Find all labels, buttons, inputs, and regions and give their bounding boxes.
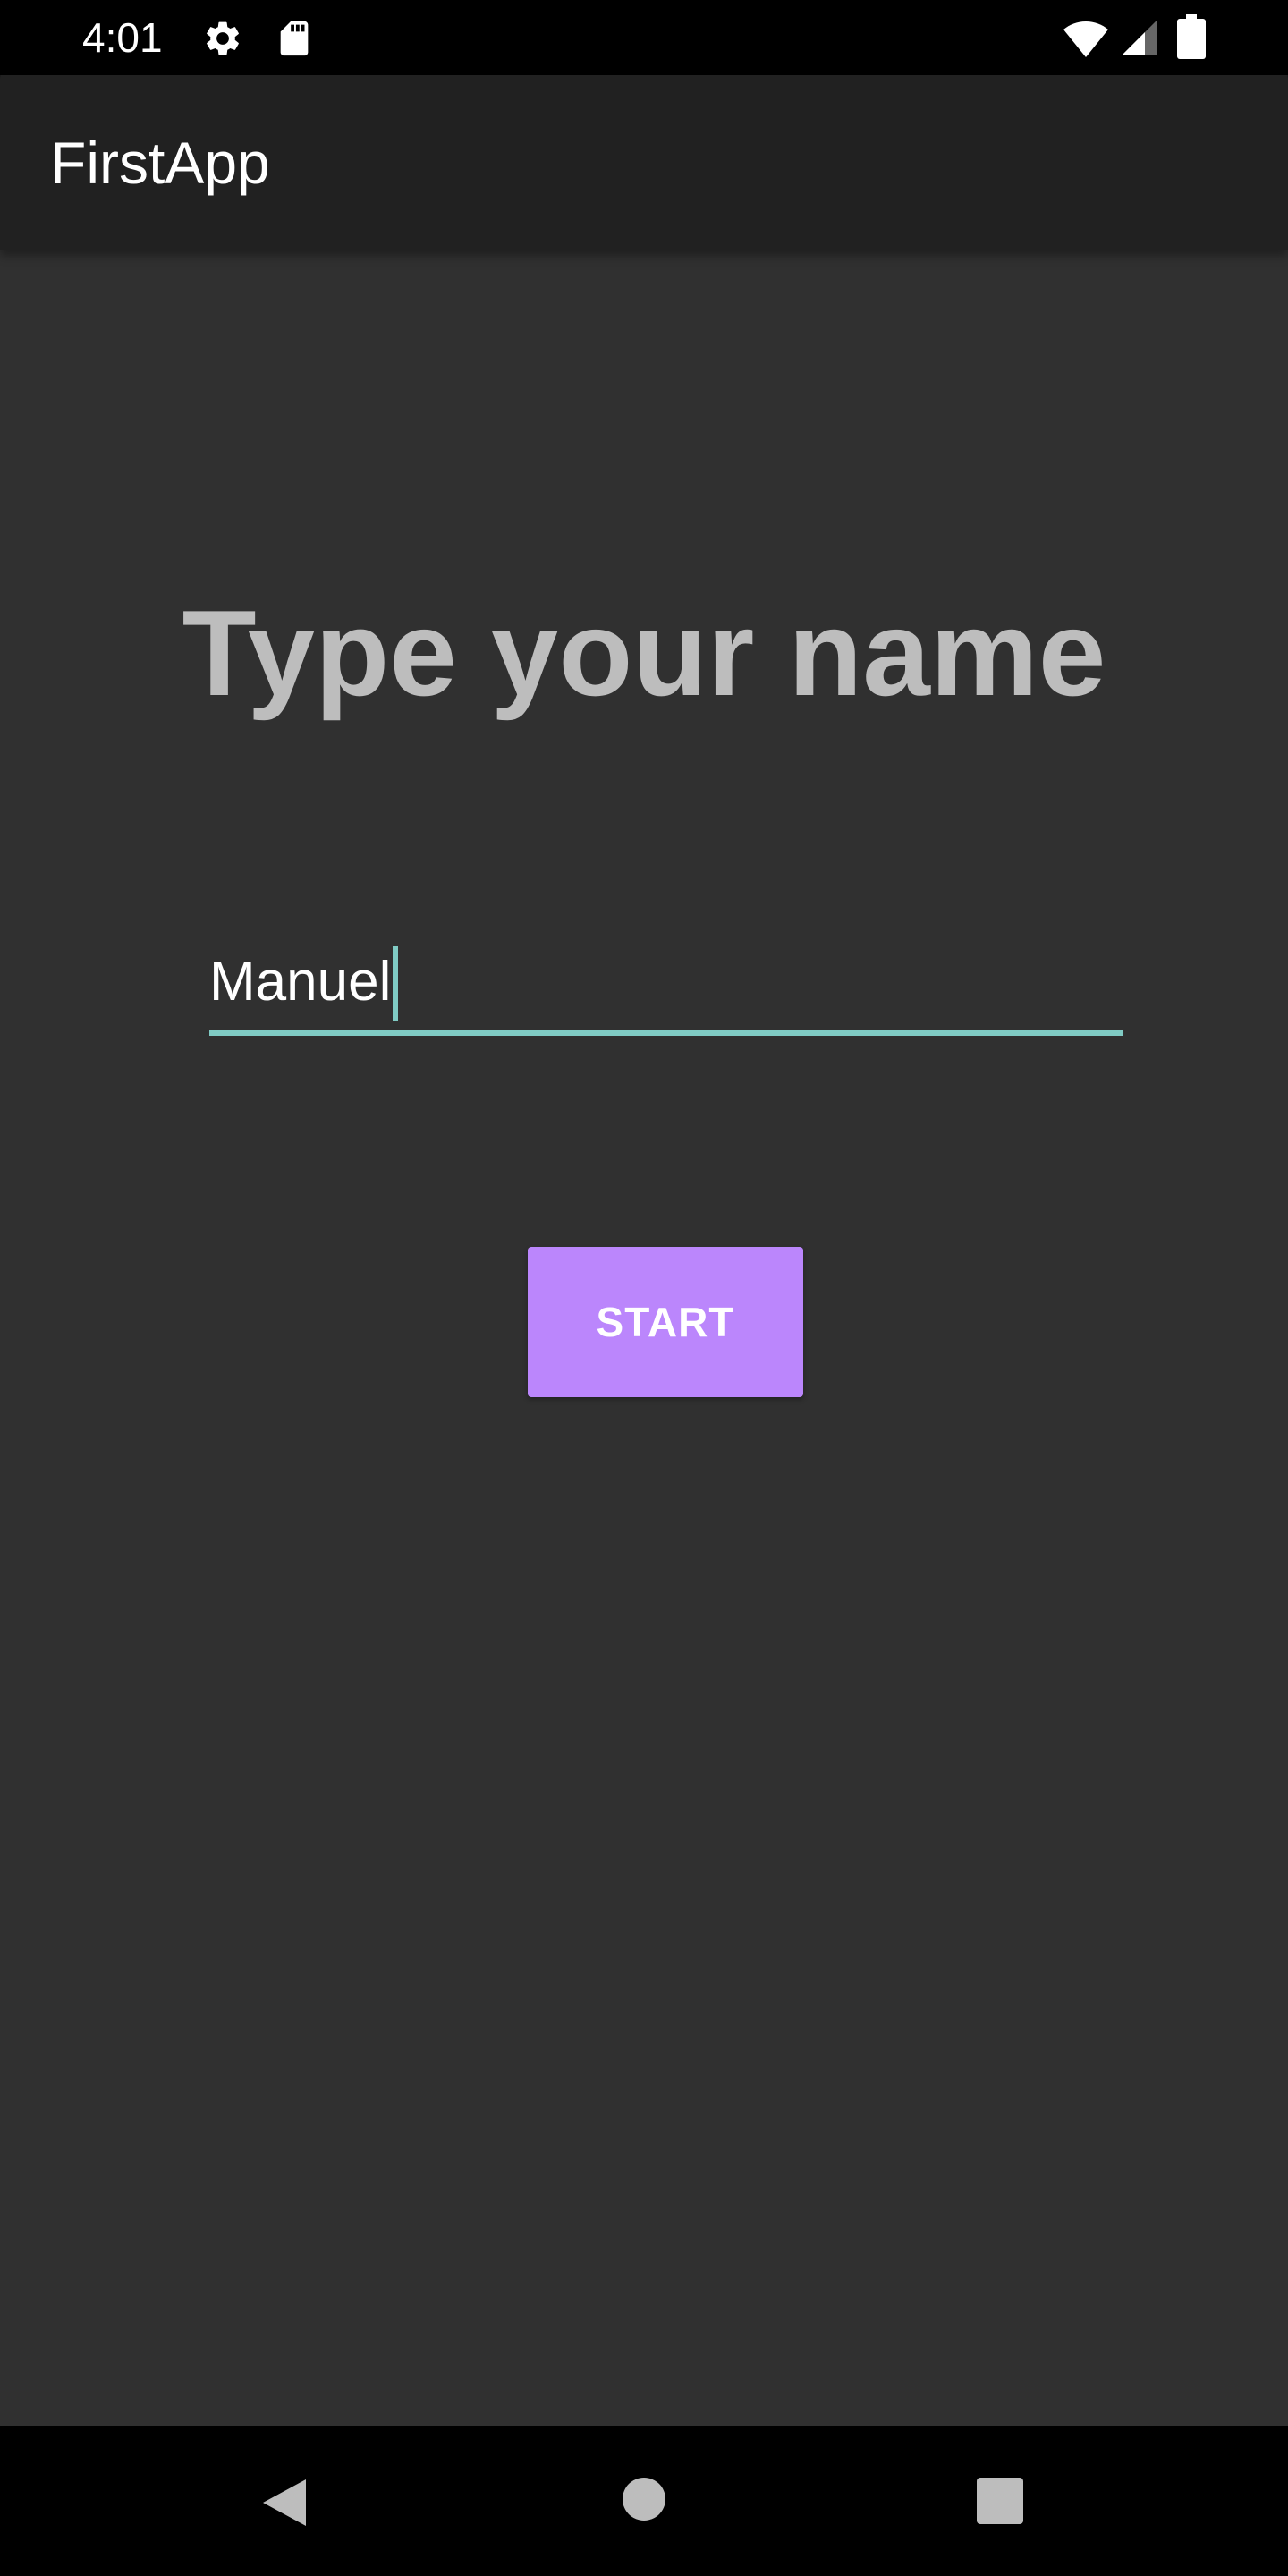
gear-icon: [207, 21, 239, 55]
navigation-bar: [0, 2426, 1288, 2576]
wifi-icon: [1063, 21, 1108, 57]
home-icon[interactable]: [621, 2476, 667, 2522]
main-content: Type your name Manuel START: [0, 250, 1288, 2426]
back-icon[interactable]: [259, 2476, 309, 2529]
cell-signal-icon: [1122, 20, 1157, 55]
name-input[interactable]: Manuel: [209, 946, 1122, 1021]
status-bar: 4:01: [0, 0, 1288, 75]
battery-icon: [1177, 14, 1206, 59]
app-bar: FirstApp: [0, 75, 1288, 250]
page-heading: Type your name: [182, 585, 1106, 721]
app-title: FirstApp: [50, 130, 270, 196]
sd-card-icon: [280, 21, 309, 56]
name-input-underline: [209, 1030, 1123, 1036]
start-button[interactable]: START: [528, 1247, 803, 1397]
recents-icon[interactable]: [977, 2478, 1023, 2524]
status-time: 4:01: [82, 14, 163, 61]
phone-screen: 4:01 FirstApp Type your name Manuel STAR…: [0, 0, 1288, 2576]
name-input-value: Manuel: [209, 951, 392, 1013]
text-cursor: [393, 946, 399, 1021]
